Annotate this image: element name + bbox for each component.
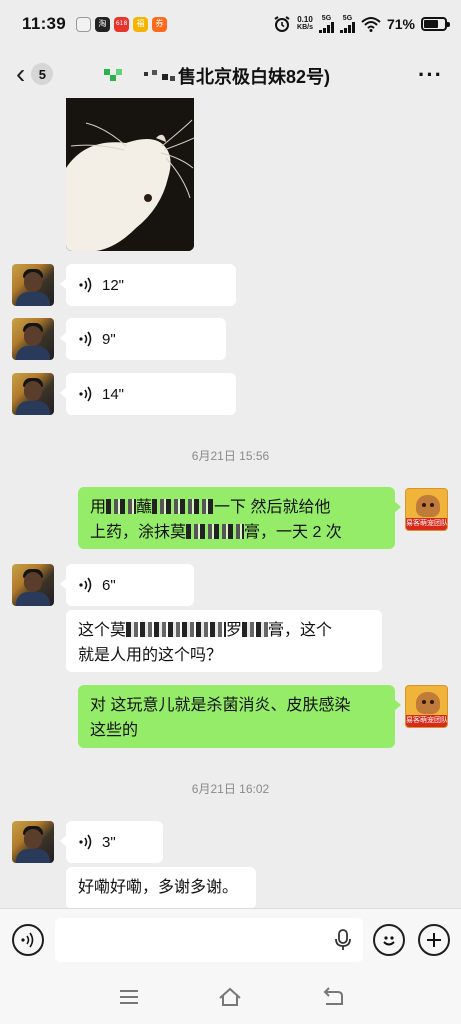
alarm-icon	[274, 16, 290, 32]
taobao-app-icon: 淘	[95, 16, 111, 32]
input-bar	[0, 908, 461, 970]
voice-input-button[interactable]	[12, 924, 44, 956]
status-time: 11:39	[22, 14, 67, 33]
smiley-icon	[383, 936, 395, 946]
image-message[interactable]	[66, 98, 194, 251]
voice-duration: 14"	[102, 385, 125, 403]
contact-avatar[interactable]	[12, 564, 54, 606]
mosaic	[152, 499, 215, 514]
voice-message[interactable]: 9"	[60, 318, 226, 360]
text-part: 蘸	[136, 499, 153, 516]
message-line: 上药，涂抹莫 膏，一天 2 次	[90, 520, 383, 545]
timestamp: 6月21日 15:56	[191, 449, 270, 463]
coupon-app-icon: 券	[152, 16, 168, 32]
home-icon[interactable]	[217, 984, 243, 1010]
chat-header: ‹ 5 售北京极白妹82号) ···	[0, 50, 461, 98]
signal-bars-icon	[339, 22, 355, 33]
contact-text-message[interactable]: 好嘞好嘞，多谢多谢。	[66, 867, 256, 908]
signal-bars-icon	[318, 22, 334, 33]
cellular-signal-2: 5G	[339, 15, 355, 33]
voice-wave-icon	[79, 331, 92, 347]
message-input[interactable]	[55, 918, 363, 962]
message-line: 这个莫 罗 膏，这个	[78, 618, 370, 643]
rat-photo	[66, 98, 194, 251]
battery-level	[424, 20, 439, 28]
my-text-message[interactable]: 对 这玩意儿就是杀菌消炎、皮肤感染 这些的	[78, 685, 401, 748]
mosaic	[186, 524, 245, 539]
system-navigation-bar	[0, 970, 461, 1024]
more-functions-button[interactable]	[418, 924, 450, 956]
text-part: 这个莫	[78, 622, 127, 639]
back-nav-icon[interactable]	[320, 984, 346, 1010]
contact-avatar[interactable]	[12, 821, 54, 863]
timestamp: 6月21日 16:02	[191, 782, 270, 796]
notification-app-icons: 淘 618 福 券	[76, 16, 168, 32]
net-speed-value: 0.10	[297, 15, 313, 24]
censored-name-mosaic	[104, 69, 175, 81]
plus-icon	[427, 933, 441, 947]
voice-message[interactable]: 6"	[60, 564, 194, 606]
contact-avatar[interactable]	[12, 264, 54, 306]
signal-label: 5G	[342, 15, 353, 22]
message-line: 好嘞好嘞，多谢多谢。	[78, 879, 239, 896]
avatar-banner-text: 易客萌宠团队	[406, 715, 447, 727]
battery-percent: 71%	[386, 16, 415, 32]
my-text-message[interactable]: 用 蘸 一下 然后就给他 上药，涂抹莫 膏，一天 2 次	[78, 487, 401, 549]
unread-count-badge: 5	[31, 63, 54, 85]
net-speed-unit: KB/s	[297, 24, 313, 31]
message-list[interactable]: 12" 9" 14" 6月21日 15:56 易客萌宠团队 用 蘸 一下 然后就给他…	[0, 98, 461, 908]
cellular-signal-1: 5G	[318, 15, 334, 33]
voice-message[interactable]: 3"	[60, 821, 163, 863]
mosaic	[242, 622, 269, 637]
voice-duration: 12"	[102, 276, 125, 294]
text-part: 膏，这个	[268, 622, 333, 639]
voice-duration: 9"	[102, 330, 116, 348]
microphone-icon[interactable]	[334, 929, 352, 951]
status-indicators: 0.10 KB/s 5G 5G 71%	[273, 15, 450, 33]
contact-text-message[interactable]: 这个莫 罗 膏，这个 就是人用的这个吗？	[66, 610, 382, 672]
voice-message[interactable]: 12"	[60, 264, 236, 306]
mosaic	[126, 622, 227, 637]
message-line: 这些的	[90, 722, 139, 739]
voice-wave-icon	[21, 932, 34, 948]
voice-wave-icon	[79, 277, 92, 293]
voice-duration: 6"	[102, 576, 116, 594]
voice-duration: 3"	[102, 833, 116, 851]
yellow-app-icon: 福	[133, 16, 149, 32]
contact-avatar[interactable]	[12, 373, 54, 415]
clock-app-icon	[76, 16, 92, 32]
wifi-icon	[361, 17, 381, 32]
net-speed: 0.10 KB/s	[297, 16, 313, 32]
back-icon[interactable]: ‹	[16, 60, 25, 88]
text-part: 一下 然后就给他	[214, 499, 331, 516]
menu-icon[interactable]	[116, 984, 142, 1010]
signal-label: 5G	[321, 15, 332, 22]
text-part: 用	[90, 499, 107, 516]
text-part: 上药，涂抹莫	[90, 524, 187, 541]
message-line: 就是人用的这个吗？	[78, 647, 223, 664]
voice-message[interactable]: 14"	[60, 373, 236, 415]
message-line: 用 蘸 一下 然后就给他	[90, 495, 383, 520]
more-options-button[interactable]: ···	[418, 62, 443, 88]
contact-avatar[interactable]	[12, 318, 54, 360]
red-app-icon: 618	[114, 16, 130, 32]
chat-title: 售北京极白妹82号)	[178, 67, 331, 87]
text-part: 膏，一天 2 次	[244, 524, 342, 541]
voice-wave-icon	[79, 386, 92, 402]
message-line: 对 这玩意儿就是杀菌消炎、皮肤感染	[90, 697, 351, 714]
my-avatar[interactable]: 易客萌宠团队	[405, 685, 448, 728]
my-avatar[interactable]: 易客萌宠团队	[405, 488, 448, 531]
status-bar: 11:39 淘 618 福 券 0.10 KB/s 5G 5G 71%	[0, 0, 461, 48]
battery-icon	[421, 17, 450, 31]
avatar-banner-text: 易客萌宠团队	[406, 518, 447, 530]
voice-wave-icon	[79, 577, 92, 593]
voice-wave-icon	[79, 834, 92, 850]
text-part: 罗	[226, 622, 243, 639]
mosaic	[106, 499, 137, 514]
emoji-button[interactable]	[373, 924, 405, 956]
